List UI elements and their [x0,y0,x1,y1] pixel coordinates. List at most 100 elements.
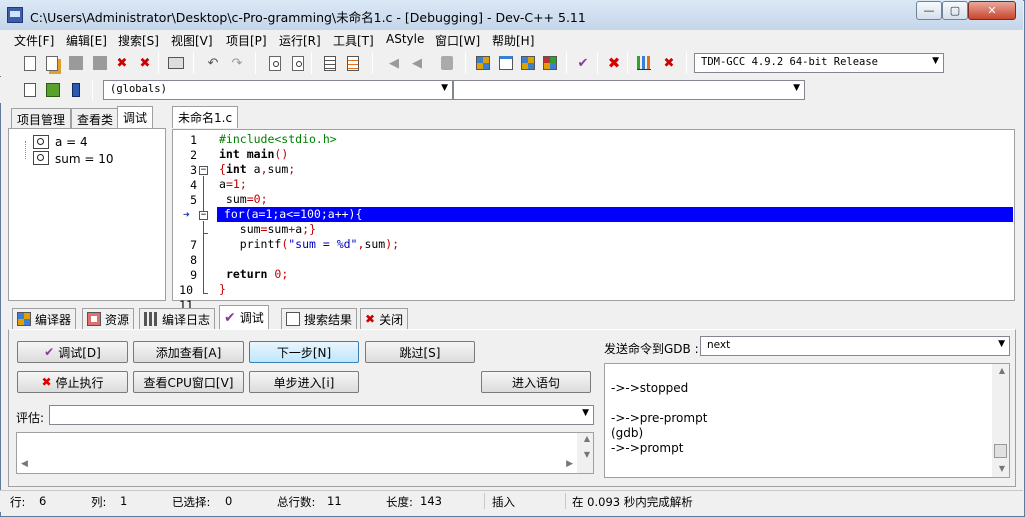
scroll-down-icon[interactable]: ▼ [999,464,1005,473]
tab-debug[interactable]: ✔ 调试 [219,305,269,329]
delete-profile-icon[interactable]: ✖ [659,53,679,73]
tab-search-results[interactable]: 搜索结果 [281,308,358,329]
compiler-select[interactable]: TDM-GCC 4.9.2 64-bit Release ▼ [694,53,944,73]
skip-button[interactable]: 跳过[S] [365,341,475,363]
menu-help[interactable]: 帮助[H] [492,32,534,49]
gdb-output-line: ->->pre-prompt [611,411,708,425]
stop-debug-icon[interactable]: ✖ [604,53,624,73]
code-line-10: return 0; [225,267,289,281]
debug-button[interactable]: ✔ 调试[D] [17,341,128,363]
comment-icon[interactable] [437,53,457,73]
tab-compile-log[interactable]: 编译日志 [139,308,216,329]
tab-compiler[interactable]: 编译器 [12,308,77,329]
new-file-icon[interactable] [20,53,40,73]
scroll-up-icon[interactable]: ▲ [999,366,1005,375]
scroll-down-icon[interactable]: ▼ [584,450,590,459]
evaluate-result-area[interactable]: ▲ ▼ ◀ ▶ [16,432,594,474]
step-into-statement-button[interactable]: 进入语句 [481,371,591,393]
save-icon[interactable] [66,53,86,73]
menu-view[interactable]: 视图[V] [171,32,213,49]
line-number: 7 [190,238,197,252]
status-bar: 行: 6 列: 1 已选择: 0 总行数: 11 长度: 143 插入 在 0.… [0,490,1023,512]
scrollbar-thumb[interactable] [994,444,1007,458]
editor-file-tab[interactable]: 未命名1.c [172,106,239,128]
scroll-up-icon[interactable]: ▲ [584,434,590,443]
gdb-command-input[interactable]: next ▼ [700,336,1010,356]
redo-icon[interactable]: ↷ [227,53,247,73]
function-select[interactable]: ▼ [453,80,805,100]
chevron-down-icon: ▼ [793,83,800,93]
tab-project-manager[interactable]: 项目管理 [11,108,72,128]
menu-bar: 文件[F] 编辑[E] 搜索[S] 视图[V] 项目[P] 运行[R] 工具[T… [0,30,1023,50]
menu-edit[interactable]: 编辑[E] [66,32,107,49]
find-icon[interactable] [265,53,285,73]
tab-compile-log-label: 编译日志 [162,312,211,327]
insert-icon[interactable] [43,80,63,100]
menu-astyle[interactable]: AStyle [386,32,424,46]
line-number: 5 [190,193,197,207]
compile-icon[interactable] [473,53,493,73]
close-all-icon[interactable]: ✖ [135,53,155,73]
window-title: C:\Users\Administrator\Desktop\c-Pro-gra… [30,10,586,25]
menu-run[interactable]: 运行[R] [279,32,321,49]
save-all-icon[interactable] [90,53,110,73]
tree-line [25,141,26,159]
menu-search[interactable]: 搜索[S] [118,32,159,49]
run-icon[interactable] [496,53,516,73]
menu-project[interactable]: 项目[P] [226,32,267,49]
menu-tools[interactable]: 工具[T] [333,32,374,49]
view-cpu-window-button[interactable]: 查看CPU窗口[V] [133,371,244,393]
scroll-left-icon[interactable]: ◀ [21,459,28,469]
tab-class-browser[interactable]: 查看类 [71,108,120,128]
evaluate-input[interactable]: ▼ [49,405,594,425]
watch-panel: a = 4 sum = 10 [8,128,166,301]
line-number: 9 [190,268,197,282]
watch-magnifier-icon [33,151,49,165]
code-editor[interactable]: 1 2 3 4 5 ➜ 7 8 9 10 11 − − #include<std… [172,129,1015,312]
toggle-icon[interactable] [66,80,86,100]
gdb-output-area[interactable]: ->->stopped ->->pre-prompt (gdb) ->->pro… [604,363,1010,478]
grid-icon [17,312,31,326]
replace-icon[interactable] [288,53,308,73]
tab-debug-watch[interactable]: 调试 [117,106,154,128]
minimize-button[interactable]: — [916,1,942,20]
rebuild-all-icon[interactable] [540,53,560,73]
toggle-bookmark-icon[interactable]: ◀ [384,53,404,73]
close-button[interactable]: ✕ [968,1,1016,20]
tab-resources[interactable]: 资源 [82,308,135,329]
status-length-label: 长度: [386,495,413,509]
maximize-button[interactable]: ▢ [942,1,968,20]
print-icon[interactable] [166,53,186,73]
next-step-button[interactable]: 下一步[N] [249,341,359,363]
gdb-output-line: ->->stopped [611,381,689,395]
profile-chart-icon[interactable] [634,53,654,73]
status-length: 143 [420,494,442,508]
step-into-button[interactable]: 单步进入[i] [249,371,359,393]
add-watch-button[interactable]: 添加查看[A] [133,341,244,363]
watch-item-a[interactable]: a = 4 [55,135,88,149]
status-insert-mode: 插入 [492,495,515,509]
open-file-icon[interactable] [42,53,62,73]
tab-close[interactable]: ✖ 关闭 [360,308,409,329]
compile-run-icon[interactable] [518,53,538,73]
goto-icon[interactable] [20,80,40,100]
debug-button-label: 调试[D] [58,345,101,360]
fold-toggle-icon[interactable]: − [199,211,208,220]
debug-check-icon[interactable]: ✔ [573,53,593,73]
watch-magnifier-icon [33,135,49,149]
close-file-icon[interactable]: ✖ [112,53,132,73]
scroll-right-icon[interactable]: ▶ [566,459,573,469]
vertical-scrollbar[interactable] [992,364,1009,477]
menu-file[interactable]: 文件[F] [14,32,54,49]
fold-toggle-icon[interactable]: − [199,166,208,175]
goto-bookmark-icon[interactable]: ◀ [407,53,427,73]
menu-window[interactable]: 窗口[W] [435,32,480,49]
scope-select[interactable]: (globals) ▼ [103,80,453,100]
indent-icon[interactable] [320,53,340,73]
unindent-icon[interactable] [343,53,363,73]
undo-icon[interactable]: ↶ [203,53,223,73]
code-line-11: } [219,282,226,296]
status-row-label: 行: [10,495,26,509]
watch-item-sum[interactable]: sum = 10 [55,152,114,166]
stop-execution-button[interactable]: ✖ 停止执行 [17,371,128,393]
